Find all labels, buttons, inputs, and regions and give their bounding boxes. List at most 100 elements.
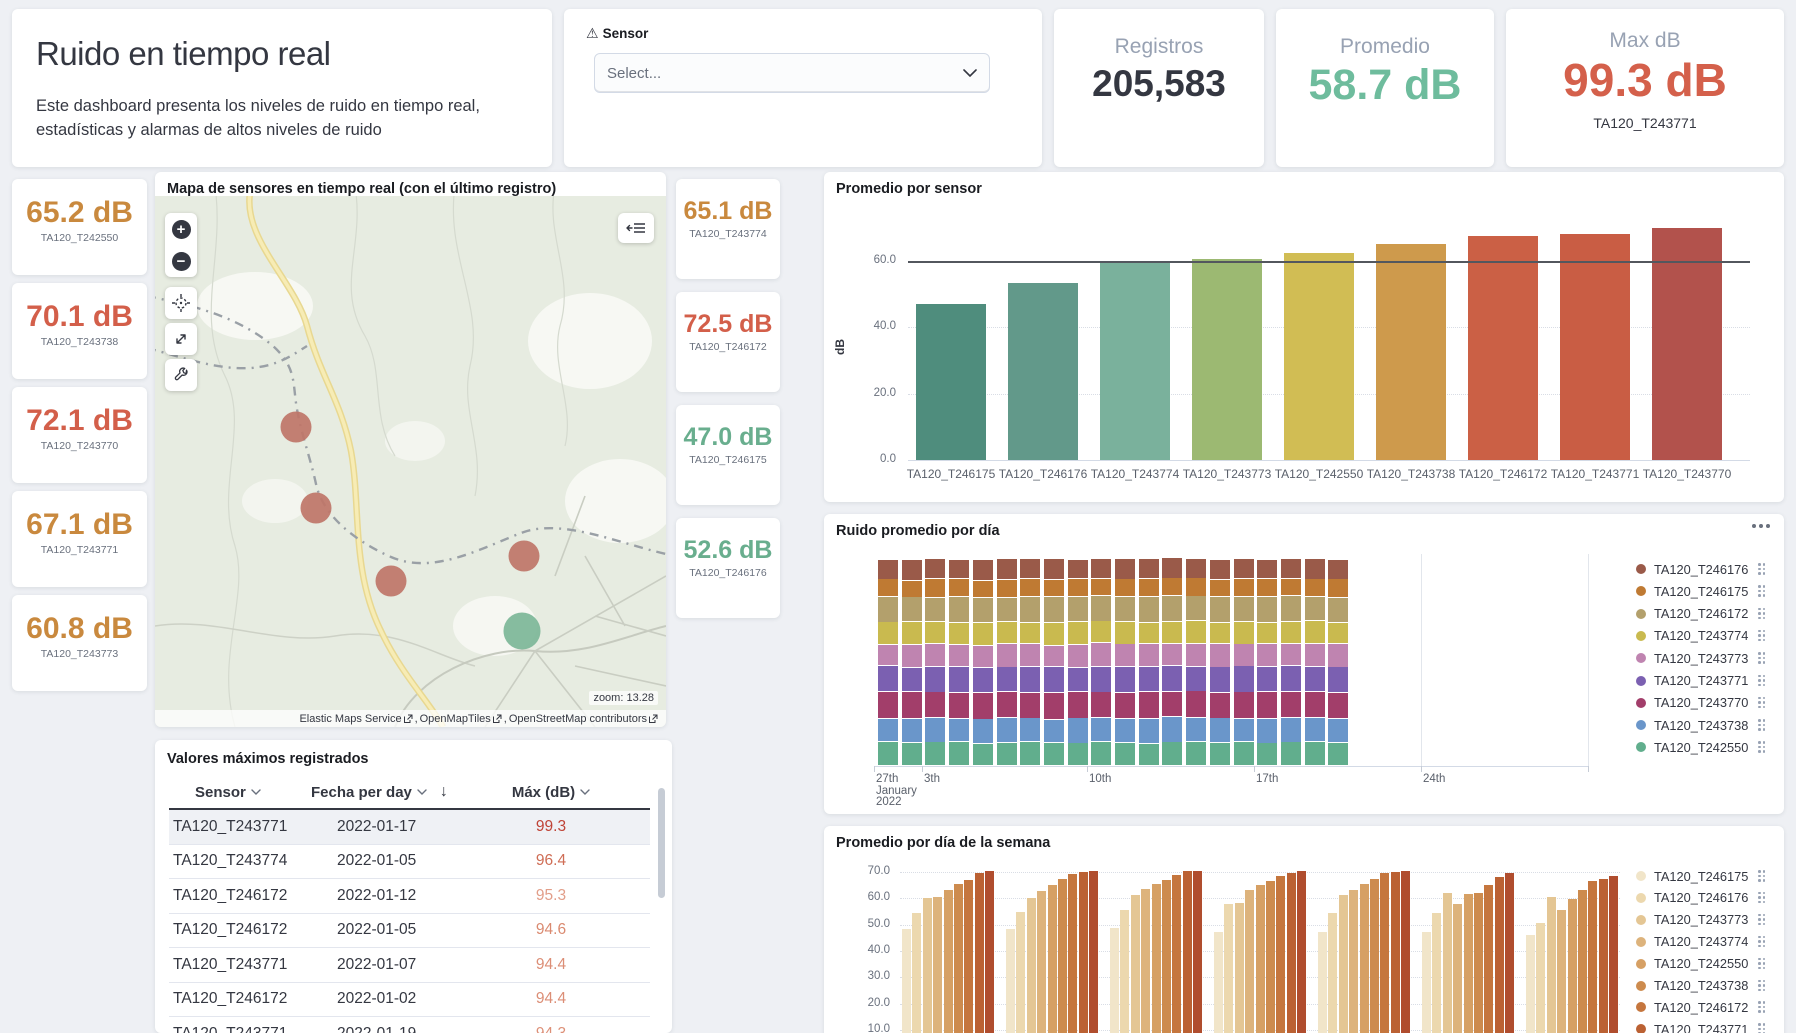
- legend-color-dot: [1636, 676, 1646, 686]
- sensor-map-marker[interactable]: [504, 613, 541, 650]
- cell-max: 99.3: [481, 818, 621, 836]
- legend-item[interactable]: TA120_T243774: [1636, 628, 1766, 644]
- table-row[interactable]: TA120_T2461722022-01-0594.6: [169, 914, 650, 949]
- sensor-card-value: 60.8 dB: [12, 612, 147, 646]
- stacked-bar-segment: [1068, 743, 1088, 765]
- legend-item[interactable]: TA120_T246172: [1636, 999, 1766, 1015]
- stacked-bar-segment: [925, 667, 945, 692]
- legend-item[interactable]: TA120_T246176: [1636, 561, 1766, 577]
- stacked-bar-segment: [1328, 623, 1348, 643]
- table-row[interactable]: TA120_T2437712022-01-1994.3: [169, 1017, 650, 1033]
- panel-menu-icon[interactable]: [1752, 524, 1770, 528]
- legend-detail-icon[interactable]: [1758, 697, 1766, 709]
- stacked-bar-segment: [1186, 644, 1206, 666]
- legend-detail-icon[interactable]: [1758, 652, 1766, 664]
- legend-detail-icon[interactable]: [1758, 585, 1766, 597]
- legend-detail-icon[interactable]: [1758, 563, 1766, 575]
- table-row[interactable]: TA120_T2461722022-01-1295.3: [169, 879, 650, 914]
- stacked-bar-segment: [997, 667, 1017, 691]
- legend-item[interactable]: TA120_T242550: [1636, 956, 1766, 972]
- sensor-map-marker[interactable]: [509, 541, 540, 572]
- sensor-card-value: 72.5 dB: [676, 310, 780, 339]
- sensor-select[interactable]: Select...: [594, 53, 990, 93]
- legend-item[interactable]: TA120_T246175: [1636, 868, 1766, 884]
- legend-detail-icon[interactable]: [1758, 719, 1766, 731]
- legend-detail-icon[interactable]: [1758, 630, 1766, 642]
- legend-item[interactable]: TA120_T243773: [1636, 912, 1766, 928]
- stacked-bar-segment: [1139, 719, 1159, 743]
- legend-item[interactable]: TA120_T246175: [1636, 583, 1766, 599]
- stacked-bar-segment: [1068, 718, 1088, 742]
- wrench-icon[interactable]: [165, 359, 197, 391]
- legend-item[interactable]: TA120_T243738: [1636, 978, 1766, 994]
- sensor-card: 65.1 dBTA120_T243774: [676, 179, 780, 279]
- stacked-bar-segment: [878, 622, 898, 643]
- legend-item[interactable]: TA120_T243770: [1636, 695, 1766, 711]
- legend-item[interactable]: TA120_T243771: [1636, 673, 1766, 689]
- map-tools-control: [165, 359, 197, 391]
- legend-detail-icon[interactable]: [1758, 608, 1766, 620]
- map[interactable]: zoom: 13.28 Elastic Maps Service, OpenMa…: [155, 196, 666, 727]
- map-locate-button[interactable]: [165, 287, 197, 319]
- legend-detail-icon[interactable]: [1758, 914, 1766, 926]
- axis-tick-mark: [1087, 766, 1088, 772]
- map-fullscreen-button[interactable]: [165, 323, 197, 355]
- sensor-map-marker[interactable]: [376, 566, 407, 597]
- stacked-bar-segment: [1162, 578, 1182, 594]
- legend-color-dot: [1636, 698, 1646, 708]
- legend-detail-icon[interactable]: [1758, 958, 1766, 970]
- sensor-select-placeholder: Select...: [607, 65, 661, 82]
- legend-detail-icon[interactable]: [1758, 675, 1766, 687]
- stacked-bar-segment: [1328, 579, 1348, 596]
- legend-detail-icon[interactable]: [1758, 741, 1766, 753]
- x-tick-label: TA120_T243738: [1365, 467, 1457, 481]
- sensor-map-marker[interactable]: [301, 493, 332, 524]
- layers-panel-toggle-icon[interactable]: [618, 213, 654, 243]
- legend-item[interactable]: TA120_T246176: [1636, 890, 1766, 906]
- legend-item[interactable]: TA120_T243738: [1636, 717, 1766, 733]
- legend-item[interactable]: TA120_T246172: [1636, 606, 1766, 622]
- legend-detail-icon[interactable]: [1758, 1001, 1766, 1013]
- map-zoom-out-button[interactable]: −: [165, 245, 197, 277]
- legend-detail-icon[interactable]: [1758, 870, 1766, 882]
- attribution-link[interactable]: OpenMapTiles: [420, 713, 502, 725]
- stacked-bar-segment: [1162, 742, 1182, 765]
- expand-icon: [173, 331, 189, 347]
- stacked-bar-segment: [949, 597, 969, 622]
- stacked-bar-segment: [973, 560, 993, 580]
- stacked-bar-segment: [1281, 666, 1301, 691]
- legend-item[interactable]: TA120_T243774: [1636, 934, 1766, 950]
- legend-item[interactable]: TA120_T242550: [1636, 739, 1766, 755]
- stacked-bar-segment: [902, 581, 922, 597]
- legend-detail-icon[interactable]: [1758, 936, 1766, 948]
- grouped-bar: [933, 897, 942, 1033]
- table-row[interactable]: TA120_T2437742022-01-0596.4: [169, 845, 650, 880]
- stacked-bar-segment: [1020, 718, 1040, 741]
- legend-item[interactable]: TA120_T243773: [1636, 650, 1766, 666]
- column-header-fecha[interactable]: Fecha per day ↓: [311, 783, 481, 801]
- sensor-card-value: 52.6 dB: [676, 536, 780, 565]
- table-row[interactable]: TA120_T2437712022-01-1799.3: [169, 810, 650, 845]
- sort-desc-icon[interactable]: ↓: [440, 783, 448, 801]
- stacked-bar-segment: [1234, 559, 1254, 579]
- x-tick-label: 3th: [924, 773, 940, 785]
- stacked-bar-segment: [1234, 622, 1254, 644]
- legend-detail-icon[interactable]: [1758, 892, 1766, 904]
- attribution-link[interactable]: OpenStreetMap contributors: [509, 713, 658, 725]
- column-header-max[interactable]: Máx (dB): [481, 784, 621, 801]
- legend-item[interactable]: TA120_T243771: [1636, 1021, 1766, 1033]
- stacked-bar-segment: [1328, 667, 1348, 692]
- stacked-bar-segment: [1281, 718, 1301, 742]
- legend-detail-icon[interactable]: [1758, 1023, 1766, 1033]
- table-scrollbar[interactable]: [658, 788, 665, 898]
- sensor-map-marker[interactable]: [281, 412, 312, 443]
- stacked-bar-segment: [1257, 692, 1277, 718]
- stacked-bar-segment: [949, 579, 969, 596]
- attribution-link[interactable]: Elastic Maps Service: [299, 713, 412, 725]
- legend-detail-icon[interactable]: [1758, 980, 1766, 992]
- column-header-sensor[interactable]: Sensor: [169, 784, 311, 801]
- table-row[interactable]: TA120_T2437712022-01-0794.4: [169, 948, 650, 983]
- table-row[interactable]: TA120_T2461722022-01-0294.4: [169, 983, 650, 1018]
- map-zoom-in-button[interactable]: +: [165, 213, 197, 245]
- sensor-card: 65.2 dBTA120_T242550: [12, 179, 147, 275]
